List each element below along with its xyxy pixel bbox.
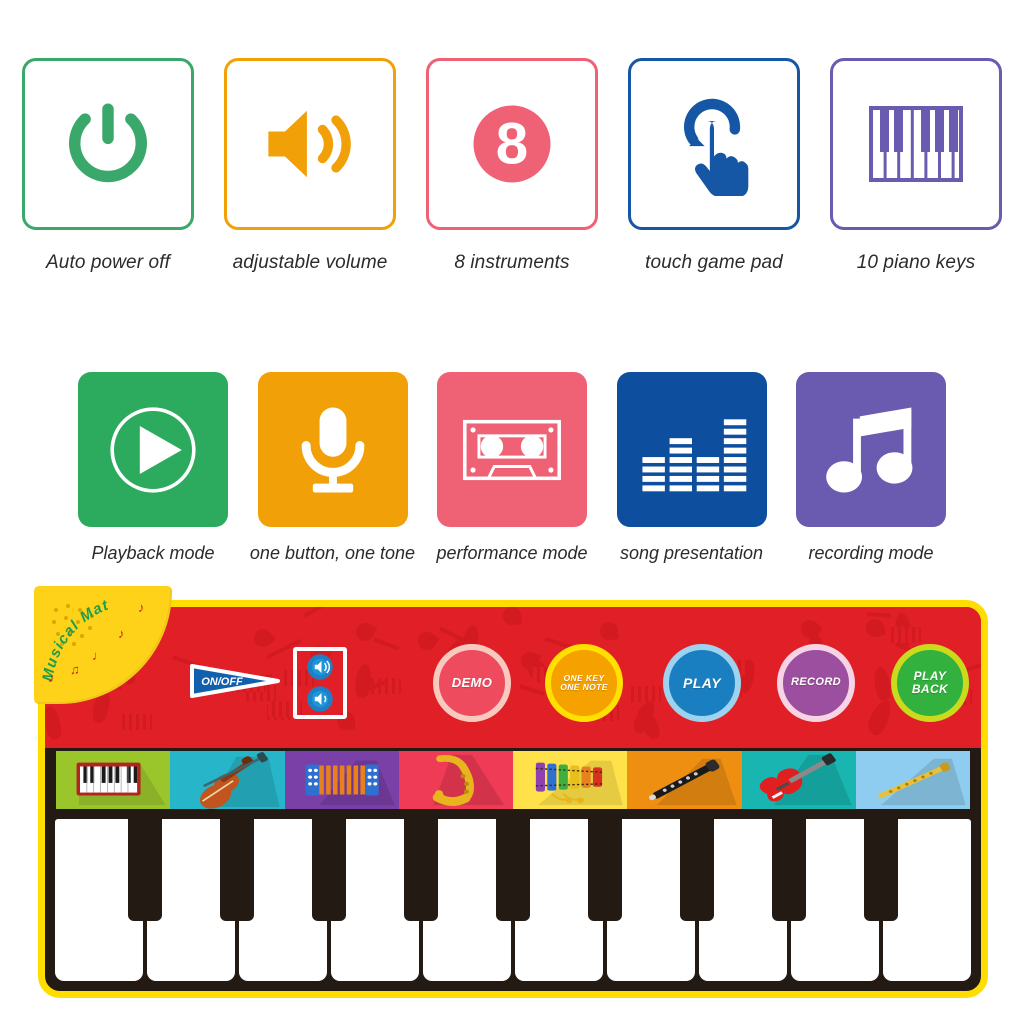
volume-down-icon[interactable] bbox=[305, 684, 335, 714]
feature-one-button-one-tone: one button, one tone bbox=[250, 372, 415, 572]
speaker-corner-module: Musical Mat ♪ ♪ ♩ ♫ ♪ bbox=[34, 586, 172, 704]
onoff-arrow-icon: ON/OFF bbox=[190, 664, 280, 698]
microphone-icon bbox=[301, 406, 364, 493]
feature-card bbox=[22, 58, 194, 230]
feature-label: touch game pad bbox=[645, 252, 783, 273]
music-note-glyph: ♫ bbox=[70, 662, 80, 677]
one-key-one-note-button[interactable]: ONE KEY ONE NOTE bbox=[545, 644, 623, 722]
feature-playback-mode: Playback mode bbox=[78, 372, 228, 572]
feature-recording-mode: recording mode bbox=[796, 372, 946, 572]
demo-button[interactable]: DEMO bbox=[433, 644, 511, 722]
play-button-label: PLAY bbox=[683, 674, 721, 691]
volume-up-icon[interactable] bbox=[305, 652, 335, 682]
feature-card bbox=[628, 58, 800, 230]
feature-row-solid: Playback mode one button, one tone perfo… bbox=[0, 372, 1024, 572]
instrument-count-value: 8 bbox=[496, 112, 528, 177]
feature-label: adjustable volume bbox=[232, 252, 388, 273]
onoff-label: ON/OFF bbox=[201, 676, 243, 688]
playback-line2-label: BACK bbox=[911, 682, 949, 696]
number-eight-circle-icon: 8 bbox=[473, 105, 551, 183]
feature-tile bbox=[257, 372, 408, 527]
music-note-glyph: ♪ bbox=[48, 670, 55, 685]
music-note-icon bbox=[826, 406, 913, 493]
feature-label: 10 piano keys bbox=[856, 252, 976, 273]
feature-card bbox=[224, 58, 396, 230]
feature-label: Playback mode bbox=[91, 543, 215, 563]
music-note-glyph: ♪ bbox=[118, 626, 125, 641]
feature-tile bbox=[796, 372, 946, 527]
feature-card: 8 bbox=[426, 58, 598, 230]
feature-8-instruments: 8 8 instruments bbox=[426, 58, 598, 298]
play-button[interactable]: PLAY bbox=[663, 644, 741, 722]
power-icon bbox=[69, 103, 147, 183]
equalizer-icon bbox=[641, 418, 746, 491]
feature-label: one button, one tone bbox=[249, 543, 416, 563]
feature-card bbox=[830, 58, 1002, 230]
record-button-label: RECORD bbox=[790, 676, 842, 689]
brand-logo: Musical Mat ♪ ♪ ♩ ♫ ♪ bbox=[39, 596, 145, 685]
music-note-glyph: ♩ bbox=[92, 648, 105, 663]
one-note-label: ONE NOTE bbox=[560, 682, 608, 692]
piano-keys-icon bbox=[869, 106, 963, 182]
volume-buttons-group[interactable] bbox=[293, 647, 347, 719]
mat-controls: ON/OFF DEMO ONE KEY ONE NOTE PLAY RECORD… bbox=[38, 600, 988, 998]
onoff-button[interactable]: ON/OFF bbox=[186, 658, 282, 702]
feature-label: Auto power off bbox=[46, 252, 170, 273]
feature-label: recording mode bbox=[808, 543, 934, 563]
feature-performance-mode: performance mode bbox=[436, 372, 588, 572]
cassette-tape-icon bbox=[463, 419, 561, 480]
feature-auto-power-off: Auto power off bbox=[22, 58, 194, 298]
play-circle-icon bbox=[110, 406, 196, 493]
feature-tile bbox=[437, 372, 587, 527]
play-back-button[interactable]: PLAY BACK bbox=[891, 644, 969, 722]
feature-touch-game-pad: touch game pad bbox=[628, 58, 800, 298]
record-button[interactable]: RECORD bbox=[777, 644, 855, 722]
feature-row-outline: Auto power off adjustable volume 8 8 ins… bbox=[0, 58, 1024, 298]
demo-button-label: DEMO bbox=[451, 675, 493, 691]
feature-adjustable-volume: adjustable volume bbox=[224, 58, 396, 298]
feature-10-piano-keys: 10 piano keys bbox=[830, 58, 1002, 298]
feature-tile bbox=[78, 372, 228, 527]
product-musical-mat: ON/OFF DEMO ONE KEY ONE NOTE PLAY RECORD… bbox=[34, 586, 988, 998]
feature-label: 8 instruments bbox=[454, 252, 570, 273]
feature-label: song presentation bbox=[619, 543, 764, 563]
speaker-volume-icon bbox=[268, 110, 351, 178]
feature-song-presentation: song presentation bbox=[616, 372, 767, 572]
feature-tile bbox=[616, 372, 767, 527]
touch-hand-icon bbox=[684, 98, 749, 196]
music-note-glyph: ♪ bbox=[138, 600, 145, 615]
feature-label: performance mode bbox=[436, 543, 588, 563]
